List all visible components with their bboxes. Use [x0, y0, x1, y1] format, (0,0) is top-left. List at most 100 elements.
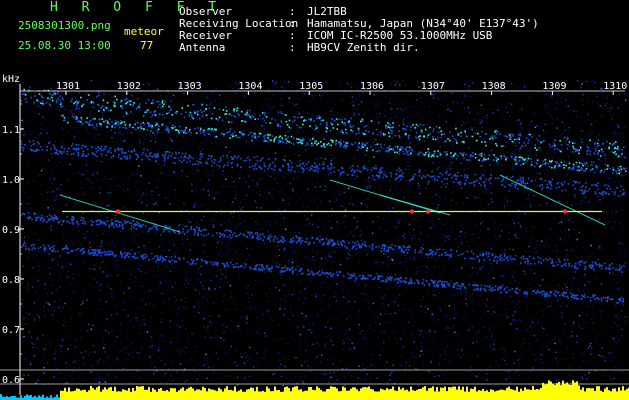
- noise-dot: [403, 196, 405, 199]
- noise-dot: [429, 160, 431, 162]
- noise-dot: [581, 257, 583, 259]
- trace-dot: [352, 125, 355, 127]
- noise-dot: [356, 226, 358, 228]
- noise-dot: [544, 93, 547, 95]
- trace-dot: [466, 136, 469, 138]
- noise-dot: [228, 108, 231, 110]
- trace-dot: [525, 137, 528, 139]
- noise-dot: [428, 350, 430, 352]
- noise-dot: [114, 217, 116, 220]
- noise-dot: [305, 317, 307, 320]
- noise-dot: [404, 85, 406, 87]
- noise-dot: [482, 244, 484, 247]
- noise-dot: [264, 332, 266, 334]
- noise-dot: [423, 336, 425, 338]
- noise-dot: [320, 301, 322, 303]
- noise-dot: [505, 312, 508, 314]
- noise-dot: [467, 106, 470, 109]
- noise-dot: [413, 235, 415, 237]
- trace-dot: [129, 154, 131, 157]
- noise-dot: [421, 172, 423, 175]
- trace-dot: [50, 148, 52, 150]
- noise-dot: [221, 273, 224, 275]
- noise-dot: [252, 366, 255, 368]
- noise-dot: [186, 286, 188, 288]
- noise-dot: [475, 224, 478, 226]
- noise-dot: [197, 363, 199, 365]
- noise-dot: [265, 335, 267, 337]
- noise-dot: [346, 288, 348, 290]
- noise-dot: [459, 340, 462, 343]
- noise-dot: [432, 97, 435, 99]
- noise-dot: [75, 340, 78, 342]
- noise-dot: [547, 305, 549, 308]
- trace-dot: [265, 116, 268, 118]
- noise-dot: [619, 183, 621, 185]
- noise-dot: [607, 126, 609, 129]
- noise-dot: [152, 266, 155, 268]
- noise-dot: [235, 89, 237, 91]
- noise-dot: [155, 134, 157, 137]
- trace-dot: [589, 153, 591, 156]
- noise-dot: [442, 269, 445, 271]
- noise-dot: [30, 145, 32, 147]
- noise-dot: [465, 225, 467, 228]
- noise-dot: [182, 306, 184, 308]
- noise-dot: [125, 351, 127, 354]
- noise-dot: [413, 144, 416, 147]
- noise-dot: [20, 175, 23, 177]
- noise-dot: [123, 102, 126, 105]
- noise-dot: [148, 354, 150, 357]
- noise-dot: [95, 128, 98, 131]
- noise-dot: [160, 234, 162, 236]
- noise-dot: [37, 337, 39, 339]
- trace-dot: [100, 107, 103, 109]
- noise-dot: [150, 116, 152, 118]
- noise-dot: [403, 233, 406, 235]
- noise-dot: [157, 163, 160, 165]
- noise-dot: [54, 353, 57, 355]
- noise-dot: [513, 362, 515, 364]
- trace-dot: [233, 109, 235, 111]
- noise-dot: [535, 244, 537, 246]
- noise-dot: [104, 157, 107, 160]
- trace-dot: [120, 99, 123, 102]
- noise-dot: [506, 200, 509, 202]
- noise-dot: [440, 228, 442, 230]
- noise-dot: [352, 205, 354, 208]
- noise-dot: [147, 88, 149, 90]
- noise-dot: [466, 116, 469, 118]
- noise-dot: [108, 230, 110, 232]
- noise-dot: [590, 342, 592, 345]
- noise-dot: [555, 245, 557, 247]
- noise-dot: [41, 228, 43, 230]
- noise-dot: [194, 371, 196, 373]
- noise-dot: [183, 350, 185, 353]
- noise-dot: [247, 121, 249, 123]
- noise-dot: [150, 130, 152, 132]
- noise-dot: [206, 96, 208, 99]
- noise-dot: [47, 108, 49, 110]
- noise-dot: [434, 187, 436, 190]
- noise-dot: [561, 288, 564, 290]
- noise-dot: [293, 289, 295, 291]
- noise-dot: [608, 110, 611, 113]
- noise-dot: [170, 284, 172, 286]
- noise-dot: [336, 379, 338, 381]
- noise-dot: [494, 348, 496, 350]
- noise-dot: [587, 134, 590, 136]
- noise-dot: [206, 299, 209, 302]
- noise-dot: [256, 186, 259, 188]
- noise-dot: [61, 223, 63, 226]
- noise-dot: [489, 155, 491, 157]
- noise-dot: [501, 266, 503, 268]
- noise-dot: [116, 274, 119, 276]
- noise-dot: [179, 223, 181, 226]
- noise-dot: [279, 104, 281, 107]
- trace-dot: [51, 96, 53, 99]
- noise-dot: [470, 295, 472, 297]
- trace-dot: [45, 102, 48, 104]
- noise-dot: [35, 256, 37, 258]
- noise-dot: [296, 160, 299, 162]
- noise-dot: [482, 172, 484, 175]
